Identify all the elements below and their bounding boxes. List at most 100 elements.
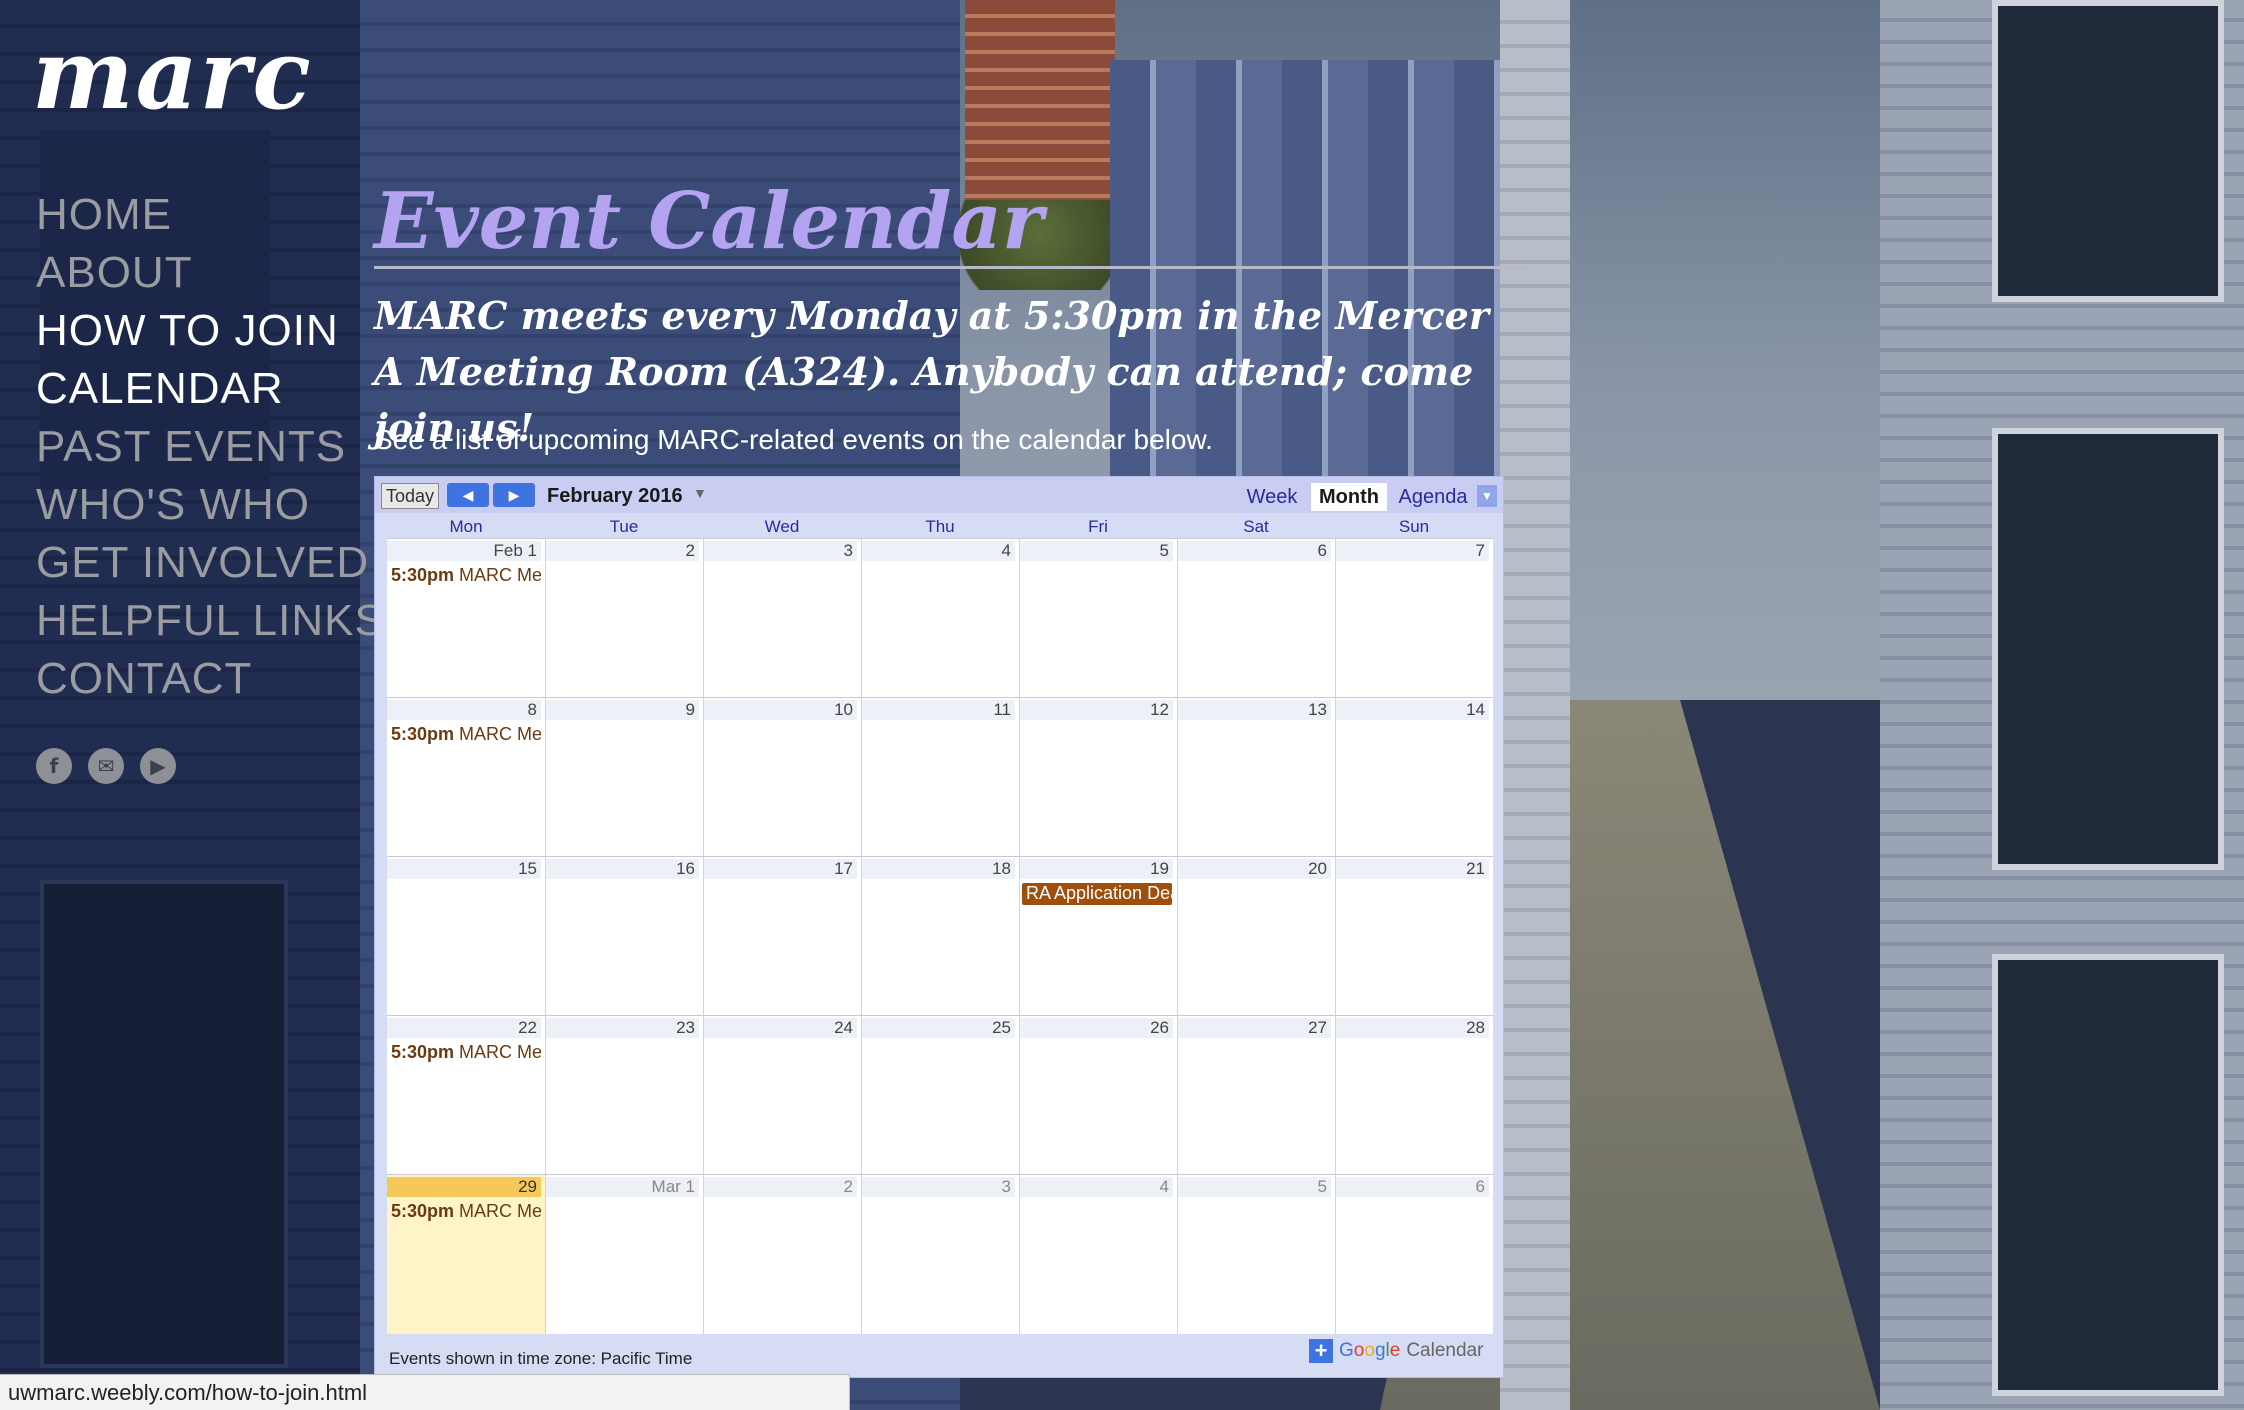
nav-item-home[interactable]: HOME	[36, 186, 385, 244]
day-cell[interactable]: 8 5:30pm MARC Meeting	[387, 698, 545, 857]
day-cell[interactable]: 17	[703, 857, 861, 1016]
day-number[interactable]: 18	[862, 859, 1015, 879]
day-cell[interactable]: 15	[387, 857, 545, 1016]
day-cell[interactable]: 7	[1335, 539, 1493, 698]
day-cell[interactable]: 19 RA Application Deadline	[1019, 857, 1177, 1016]
day-number[interactable]: 12	[1020, 700, 1173, 720]
day-cell[interactable]: 5	[1177, 1175, 1335, 1334]
day-cell[interactable]: 9	[545, 698, 703, 857]
day-number[interactable]: 5	[1020, 541, 1173, 561]
day-cell[interactable]: 21	[1335, 857, 1493, 1016]
day-cell[interactable]: 14	[1335, 698, 1493, 857]
day-number[interactable]: 8	[387, 700, 541, 720]
day-number[interactable]: 4	[862, 541, 1015, 561]
day-cell[interactable]: 11	[861, 698, 1019, 857]
day-cell[interactable]: 10	[703, 698, 861, 857]
day-cell[interactable]: 2	[545, 539, 703, 698]
day-cell[interactable]: 24	[703, 1016, 861, 1175]
day-cell[interactable]: 20	[1177, 857, 1335, 1016]
day-number[interactable]: 24	[704, 1018, 857, 1038]
calendar-event[interactable]: 5:30pm MARC Meeting	[391, 1201, 541, 1222]
day-number[interactable]: 21	[1336, 859, 1489, 879]
today-button[interactable]: Today	[381, 483, 439, 509]
day-cell[interactable]: Mar 1	[545, 1175, 703, 1334]
day-number[interactable]: 3	[704, 541, 857, 561]
day-number[interactable]: 9	[546, 700, 699, 720]
day-number[interactable]: Mar 1	[546, 1177, 699, 1197]
day-number[interactable]: 6	[1178, 541, 1331, 561]
nav-item-whos-who[interactable]: WHO'S WHO	[36, 476, 385, 534]
nav-item-get-involved[interactable]: GET INVOLVED	[36, 534, 385, 592]
day-number[interactable]: 19	[1020, 859, 1173, 879]
week-row: 22 5:30pm MARC Meeting232425262728	[387, 1015, 1493, 1175]
day-cell[interactable]: 4	[861, 539, 1019, 698]
day-number[interactable]: 14	[1336, 700, 1489, 720]
nav-item-calendar[interactable]: CALENDAR	[36, 360, 385, 418]
nav-item-about[interactable]: ABOUT	[36, 244, 385, 302]
facebook-icon[interactable]: f	[36, 748, 72, 784]
day-number[interactable]: 22	[387, 1018, 541, 1038]
day-number[interactable]: 15	[387, 859, 541, 879]
day-cell[interactable]: 3	[861, 1175, 1019, 1334]
day-number[interactable]: 5	[1178, 1177, 1331, 1197]
month-dropdown-icon[interactable]: ▼	[693, 485, 707, 501]
day-number[interactable]: 2	[704, 1177, 857, 1197]
day-cell[interactable]: 27	[1177, 1016, 1335, 1175]
tab-month[interactable]: Month	[1311, 483, 1387, 511]
day-cell[interactable]: 2	[703, 1175, 861, 1334]
day-cell[interactable]: 12	[1019, 698, 1177, 857]
day-number[interactable]: 26	[1020, 1018, 1173, 1038]
chevron-down-icon[interactable]: ▼	[1477, 485, 1497, 507]
day-number[interactable]: 17	[704, 859, 857, 879]
day-cell[interactable]: 28	[1335, 1016, 1493, 1175]
day-cell[interactable]: 16	[545, 857, 703, 1016]
calendar-event[interactable]: 5:30pm MARC Meeting	[391, 724, 541, 745]
nav-item-helpful-links[interactable]: HELPFUL LINKS	[36, 592, 385, 650]
day-cell-today[interactable]: 29 5:30pm MARC Meeting	[387, 1175, 545, 1334]
day-number[interactable]: 27	[1178, 1018, 1331, 1038]
add-to-google-calendar[interactable]: + Google Calendar	[1309, 1338, 1483, 1363]
chevron-right-icon[interactable]: ▶	[493, 483, 535, 507]
email-icon[interactable]: ✉	[88, 748, 124, 784]
day-number[interactable]: 13	[1178, 700, 1331, 720]
day-number[interactable]: 3	[862, 1177, 1015, 1197]
day-cell[interactable]: 6	[1177, 539, 1335, 698]
current-month-label[interactable]: February 2016	[547, 485, 683, 508]
day-cell[interactable]: 6	[1335, 1175, 1493, 1334]
chevron-left-icon[interactable]: ◀	[447, 483, 489, 507]
day-number[interactable]: 4	[1020, 1177, 1173, 1197]
day-cell[interactable]: 18	[861, 857, 1019, 1016]
calendar-event[interactable]: 5:30pm MARC Meeting	[391, 565, 541, 586]
day-cell[interactable]: 5	[1019, 539, 1177, 698]
day-number[interactable]: 29	[387, 1177, 541, 1197]
day-cell[interactable]: 26	[1019, 1016, 1177, 1175]
all-day-event[interactable]: RA Application Deadline	[1022, 883, 1172, 905]
day-cell[interactable]: 4	[1019, 1175, 1177, 1334]
day-number[interactable]: 23	[546, 1018, 699, 1038]
day-number[interactable]: 25	[862, 1018, 1015, 1038]
day-number[interactable]: 20	[1178, 859, 1331, 879]
youtube-icon[interactable]: ▶	[140, 748, 176, 784]
day-number[interactable]: 28	[1336, 1018, 1489, 1038]
day-cell[interactable]: 22 5:30pm MARC Meeting	[387, 1016, 545, 1175]
day-number[interactable]: 16	[546, 859, 699, 879]
tab-week[interactable]: Week	[1241, 483, 1303, 511]
day-number[interactable]: Feb 1	[387, 541, 541, 561]
day-number[interactable]: 10	[704, 700, 857, 720]
day-number[interactable]: 7	[1336, 541, 1489, 561]
day-number[interactable]: 11	[862, 700, 1015, 720]
plus-icon[interactable]: +	[1309, 1338, 1333, 1363]
calendar-event[interactable]: 5:30pm MARC Meeting	[391, 1042, 541, 1063]
tab-agenda[interactable]: Agenda	[1393, 483, 1473, 511]
day-cell[interactable]: 23	[545, 1016, 703, 1175]
day-cell[interactable]: 3	[703, 539, 861, 698]
nav-item-contact[interactable]: CONTACT	[36, 650, 385, 708]
day-cell[interactable]: 25	[861, 1016, 1019, 1175]
day-cell[interactable]: Feb 1 5:30pm MARC Meeting	[387, 539, 545, 698]
nav-item-how-to-join[interactable]: HOW TO JOIN	[36, 302, 385, 360]
nav-item-past-events[interactable]: PAST EVENTS	[36, 418, 385, 476]
day-number[interactable]: 2	[546, 541, 699, 561]
site-logo[interactable]: marc	[32, 18, 313, 131]
day-number[interactable]: 6	[1336, 1177, 1489, 1197]
day-cell[interactable]: 13	[1177, 698, 1335, 857]
